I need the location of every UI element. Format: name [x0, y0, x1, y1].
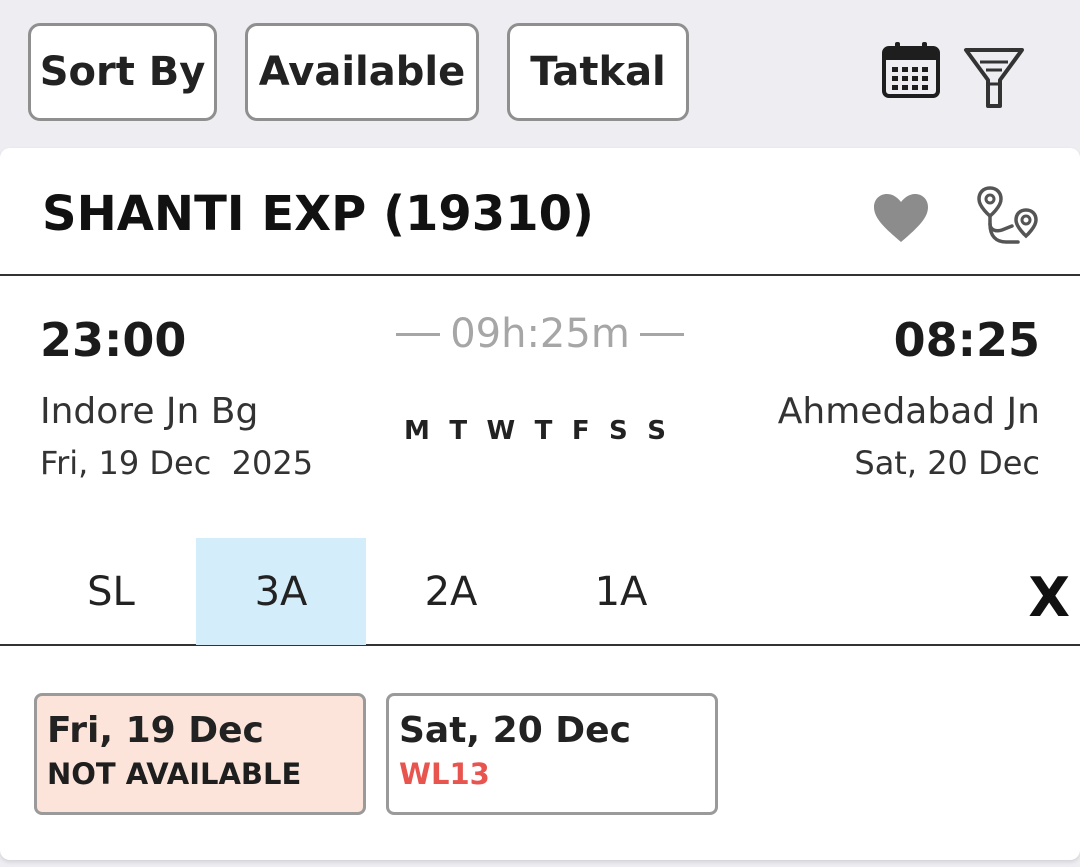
- run-day: M: [404, 416, 430, 446]
- duration-text: 09h:25m: [450, 311, 630, 357]
- filter-funnel-icon[interactable]: [962, 44, 1026, 110]
- run-day: T: [534, 416, 553, 446]
- tatkal-filter-button[interactable]: Tatkal: [507, 23, 689, 121]
- calendar-icon[interactable]: [880, 40, 942, 100]
- filter-bar: Sort By Available Tatkal: [0, 0, 1080, 148]
- run-day: F: [571, 416, 590, 446]
- departure-date: Fri, 19 Dec 2025: [40, 444, 314, 482]
- class-tabs: SL 3A 2A 1A X: [0, 538, 1080, 646]
- heart-icon[interactable]: [872, 192, 930, 244]
- availability-card[interactable]: Sat, 20 Dec WL13: [386, 693, 718, 815]
- duration-line-right: [639, 332, 684, 336]
- departure-station: Indore Jn Bg: [40, 391, 259, 432]
- availability-status: WL13: [399, 757, 490, 791]
- duration-line-left: [396, 332, 441, 336]
- availability-status: NOT AVAILABLE: [47, 757, 302, 791]
- class-tab-3a[interactable]: 3A: [196, 538, 366, 645]
- run-day: S: [609, 416, 628, 446]
- availability-card[interactable]: Fri, 19 Dec NOT AVAILABLE: [34, 693, 366, 815]
- availability-date: Fri, 19 Dec: [47, 710, 264, 751]
- run-day: W: [486, 416, 516, 446]
- sort-by-button[interactable]: Sort By: [28, 23, 217, 121]
- train-card: SHANTI EXP (19310) 23:00 09h:25m 08:25 I…: [0, 148, 1080, 860]
- arrival-time: 08:25: [893, 313, 1040, 367]
- arrival-station: Ahmedabad Jn: [777, 391, 1040, 432]
- train-header: SHANTI EXP (19310): [0, 148, 1080, 276]
- class-tab-2a[interactable]: 2A: [366, 538, 536, 645]
- available-filter-button[interactable]: Available: [245, 23, 479, 121]
- arrival-date: Sat, 20 Dec: [854, 444, 1040, 482]
- run-days: M T W T F S S: [404, 416, 666, 446]
- run-day: S: [647, 416, 666, 446]
- run-day: T: [449, 416, 468, 446]
- departure-time: 23:00: [40, 313, 187, 367]
- route-map-icon[interactable]: [974, 184, 1042, 248]
- availability-date: Sat, 20 Dec: [399, 710, 631, 751]
- train-title: SHANTI EXP (19310): [42, 186, 594, 242]
- class-tab-1a[interactable]: 1A: [536, 538, 706, 645]
- class-tab-sl[interactable]: SL: [26, 538, 196, 645]
- journey-duration: 09h:25m: [386, 308, 694, 360]
- close-button[interactable]: X: [1028, 566, 1070, 629]
